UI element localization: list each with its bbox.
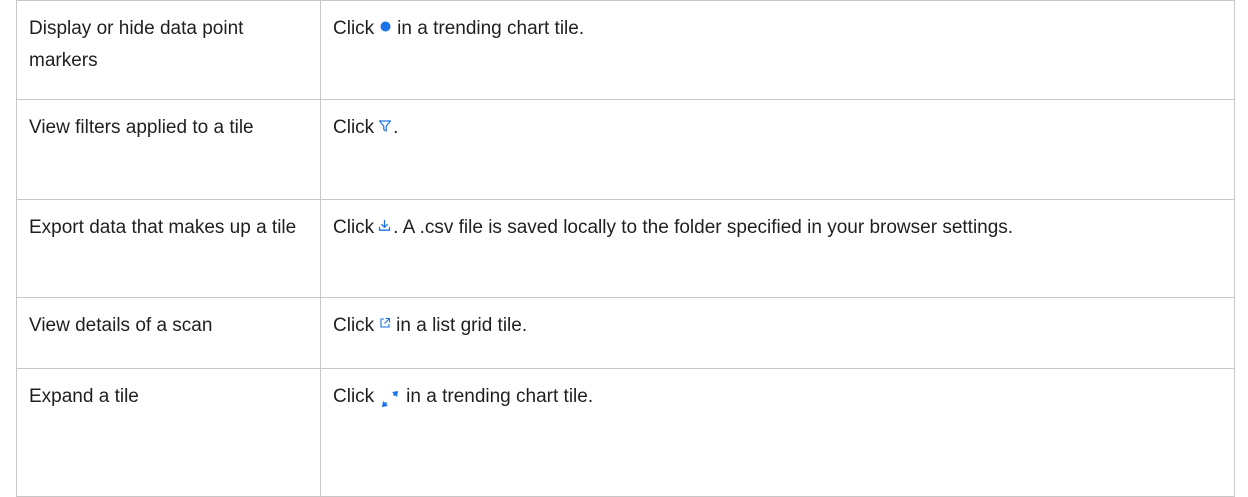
action-cell: Click . A .csv file is saved locally to t…: [320, 199, 1235, 298]
table-row: Expand a tile Click in a trending chart t…: [16, 368, 1235, 497]
filter-icon: [378, 119, 392, 133]
action-text-before: Click: [333, 117, 375, 138]
table-row: View details of a scan Click in a list gr…: [16, 297, 1235, 369]
action-text-after: in a list grid tile.: [396, 315, 528, 336]
external-link-icon: [379, 317, 391, 329]
action-text-after: .: [393, 117, 399, 138]
table-row: Export data that makes up a tile Click . …: [16, 199, 1235, 298]
action-text-before: Click: [333, 315, 375, 336]
table-row: Display or hide data point markers Click…: [16, 0, 1235, 100]
dot-marker-icon: [380, 21, 391, 32]
instructions-table: Display or hide data point markers Click…: [16, 0, 1235, 497]
task-cell: Export data that makes up a tile: [16, 199, 321, 298]
task-cell: View filters applied to a tile: [16, 99, 321, 200]
action-text-before: Click: [333, 217, 375, 238]
action-text-before: Click: [333, 386, 375, 407]
action-text-after: in a trending chart tile.: [397, 18, 585, 39]
action-text-after: in a trending chart tile.: [406, 386, 594, 407]
task-cell: Expand a tile: [16, 368, 321, 497]
action-text-after: . A .csv file is saved locally to the fo…: [393, 217, 1014, 238]
expand-icon: [380, 389, 400, 409]
action-cell: Click.: [320, 99, 1235, 200]
action-cell: Click in a trending chart tile.: [320, 0, 1235, 100]
download-icon: [378, 219, 391, 232]
action-text-before: Click: [333, 18, 375, 39]
task-cell: Display or hide data point markers: [16, 0, 321, 100]
task-cell: View details of a scan: [16, 297, 321, 369]
action-cell: Click in a trending chart tile.: [320, 368, 1235, 497]
action-cell: Click in a list grid tile.: [320, 297, 1235, 369]
table-row: View filters applied to a tile Click.: [16, 99, 1235, 200]
